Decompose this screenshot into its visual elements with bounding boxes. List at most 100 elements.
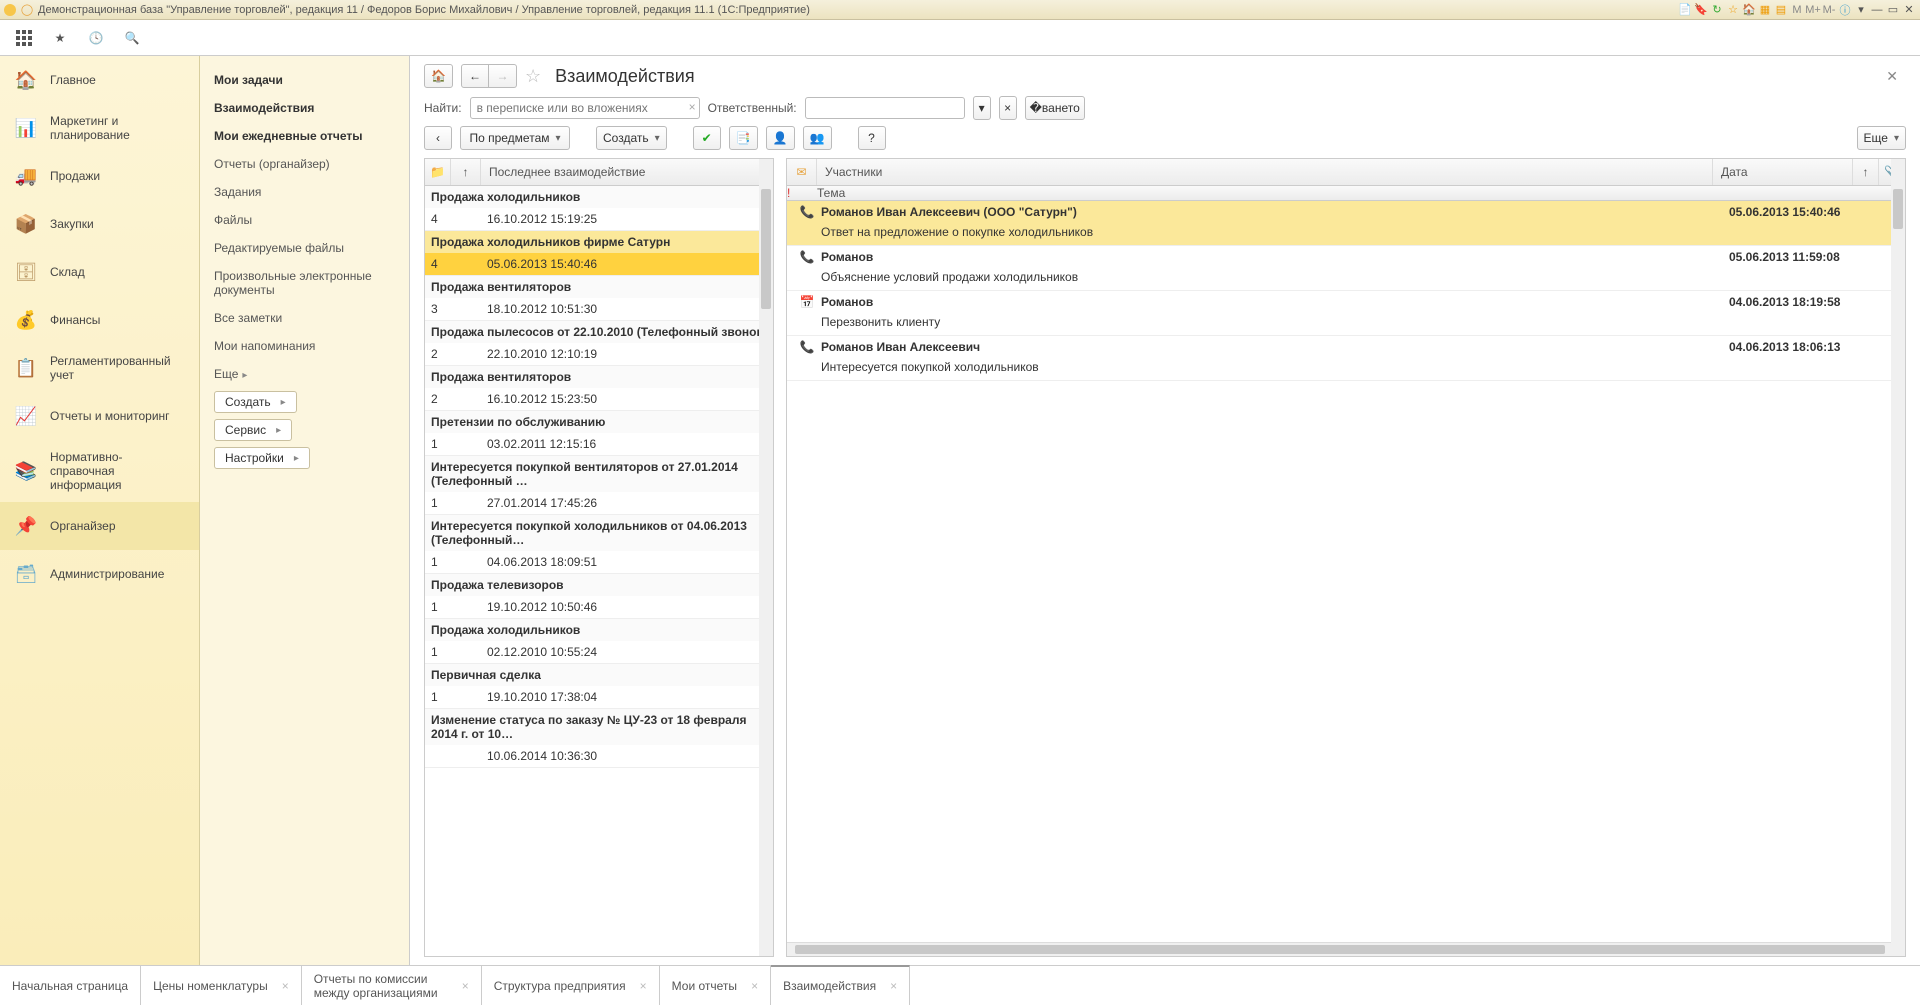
subject-row[interactable]: Интересуется покупкой вентиляторов от 27… (425, 456, 773, 515)
more-button[interactable]: Еще (1857, 126, 1906, 150)
interactions-list[interactable]: 📞Романов Иван Алексеевич (ООО "Сатурн")0… (787, 201, 1905, 942)
subnav-item[interactable]: Редактируемые файлы (214, 234, 395, 262)
close-page-button[interactable]: ✕ (1878, 68, 1906, 85)
window-tab[interactable]: Начальная страница (0, 966, 141, 1005)
m-button[interactable]: M (1790, 3, 1804, 17)
participants-col[interactable]: Участники (817, 159, 1713, 185)
close-button[interactable]: ✕ (1902, 3, 1916, 17)
window-tab[interactable]: Цены номенклатуры× (141, 966, 302, 1005)
subnav-more[interactable]: Еще (214, 360, 395, 388)
info-icon[interactable]: ⓘ (1838, 3, 1852, 17)
titlebar-tool-icon[interactable]: ↻ (1710, 3, 1724, 17)
forward-button[interactable]: → (489, 64, 517, 88)
nav-item[interactable]: 📋Регламентированный учет (0, 344, 199, 392)
subject-row[interactable]: Продажа холодильников фирме Сатурн405.06… (425, 231, 773, 276)
calendar-icon[interactable]: ▤ (1774, 3, 1788, 17)
subject-row[interactable]: Продажа вентиляторов216.10.2012 15:23:50 (425, 366, 773, 411)
interaction-row[interactable]: 📅Романов04.06.2013 18:19:58Перезвонить к… (787, 291, 1905, 336)
tab-close-icon[interactable]: × (751, 979, 758, 993)
sections-menu-button[interactable] (14, 28, 34, 48)
subject-row[interactable]: Продажа холодильников416.10.2012 15:19:2… (425, 186, 773, 231)
tab-close-icon[interactable]: × (890, 979, 897, 993)
minimize-button[interactable]: — (1870, 3, 1884, 17)
nav-item[interactable]: 💰Финансы (0, 296, 199, 344)
dropdown-button[interactable]: ▾ (973, 96, 991, 120)
nav-item[interactable]: 🗄Склад (0, 248, 199, 296)
scrollbar[interactable] (1891, 159, 1905, 956)
assign-icon[interactable]: 👥 (803, 126, 832, 150)
subnav-item[interactable]: Файлы (214, 206, 395, 234)
subject-row[interactable]: Первичная сделка119.10.2010 17:38:04 (425, 664, 773, 709)
subject-row[interactable]: Продажа холодильников102.12.2010 10:55:2… (425, 619, 773, 664)
scrollbar[interactable] (787, 942, 1905, 956)
subnav-item[interactable]: Все заметки (214, 304, 395, 332)
subjects-list[interactable]: Продажа холодильников416.10.2012 15:19:2… (425, 186, 773, 956)
search-button[interactable]: 🔍 (122, 28, 142, 48)
help-button[interactable]: ? (858, 126, 886, 150)
back-button[interactable]: ← (461, 64, 489, 88)
m-minus-button[interactable]: M- (1822, 3, 1836, 17)
clear-icon[interactable]: × (689, 100, 696, 114)
tab-close-icon[interactable]: × (640, 979, 647, 993)
subnav-item[interactable]: Задания (214, 178, 395, 206)
home-button[interactable]: 🏠 (424, 64, 453, 88)
calculator-icon[interactable]: ▦ (1758, 3, 1772, 17)
titlebar-tool-icon[interactable]: 🔖 (1694, 3, 1708, 17)
subnav-button[interactable]: Настройки (214, 447, 310, 469)
favorite-star-icon[interactable]: ☆ (525, 66, 541, 87)
tab-close-icon[interactable]: × (462, 979, 469, 993)
subnav-item[interactable]: Взаимодействия (214, 94, 395, 122)
nav-item[interactable]: 📊Маркетинг и планирование (0, 104, 199, 152)
nav-item[interactable]: 🏠Главное (0, 56, 199, 104)
nav-item[interactable]: 🚚Продажи (0, 152, 199, 200)
nav-item[interactable]: 📌Органайзер (0, 502, 199, 550)
maximize-button[interactable]: ▭ (1886, 3, 1900, 17)
nav-item[interactable]: 📈Отчеты и мониторинг (0, 392, 199, 440)
m-plus-button[interactable]: M+ (1806, 3, 1820, 17)
titlebar-tool-icon[interactable]: 🏠 (1742, 3, 1756, 17)
sort-col[interactable]: ↑ (451, 159, 481, 185)
subject-row[interactable]: Претензии по обслуживанию103.02.2011 12:… (425, 411, 773, 456)
group-by-select[interactable]: По предметам (460, 126, 570, 150)
nav-item[interactable]: 📚Нормативно-справочная информация (0, 440, 199, 502)
nav-item[interactable]: 📦Закупки (0, 200, 199, 248)
subnav-item[interactable]: Отчеты (органайзер) (214, 150, 395, 178)
subject-row[interactable]: Интересуется покупкой холодильников от 0… (425, 515, 773, 574)
subnav-item[interactable]: Мои ежедневные отчеты (214, 122, 395, 150)
subject-row[interactable]: Продажа пылесосов от 22.10.2010 (Телефон… (425, 321, 773, 366)
subnav-button[interactable]: Создать (214, 391, 297, 413)
nav-item[interactable]: 🗃Администрирование (0, 550, 199, 598)
subnav-item[interactable]: Мои напоминания (214, 332, 395, 360)
subject-row[interactable]: Изменение статуса по заказу № ЦУ-23 от 1… (425, 709, 773, 768)
history-button[interactable]: 🕓 (86, 28, 106, 48)
collapse-button[interactable]: ‹ (424, 126, 452, 150)
scrollbar[interactable] (759, 159, 773, 956)
user-icon[interactable]: 👤 (766, 126, 795, 150)
subject-row[interactable]: Продажа телевизоров119.10.2012 10:50:46 (425, 574, 773, 619)
interaction-row[interactable]: 📞Романов Иван Алексеевич (ООО "Сатурн")0… (787, 201, 1905, 246)
create-button[interactable]: Создать (596, 126, 667, 150)
subject-row[interactable]: Продажа вентиляторов318.10.2012 10:51:30 (425, 276, 773, 321)
date-col[interactable]: Дата (1713, 159, 1853, 185)
open-button[interactable]: �ването (1025, 96, 1085, 120)
subject-col[interactable]: Тема (817, 186, 1905, 200)
window-tab[interactable]: Мои отчеты× (660, 966, 771, 1005)
subnav-button[interactable]: Сервис (214, 419, 292, 441)
dropdown-icon[interactable]: ◯ (20, 3, 34, 17)
subnav-item[interactable]: Произвольные электронные документы (214, 262, 395, 304)
window-tab[interactable]: Взаимодействия× (771, 965, 910, 1005)
tab-close-icon[interactable]: × (282, 979, 289, 993)
folder-icon[interactable]: 📑 (729, 126, 758, 150)
subnav-item[interactable]: Мои задачи (214, 66, 395, 94)
window-tab[interactable]: Отчеты по комиссии между организациями× (302, 966, 482, 1005)
window-tab[interactable]: Структура предприятия× (482, 966, 660, 1005)
favorites-button[interactable]: ★ (50, 28, 70, 48)
sort-col[interactable]: ↑ (1853, 159, 1879, 185)
clear-button[interactable]: × (999, 96, 1017, 120)
interaction-row[interactable]: 📞Романов05.06.2013 11:59:08Объяснение ус… (787, 246, 1905, 291)
responsible-input[interactable] (805, 97, 965, 119)
interaction-row[interactable]: 📞Романов Иван Алексеевич04.06.2013 18:06… (787, 336, 1905, 381)
titlebar-tool-icon[interactable]: 📄 (1678, 3, 1692, 17)
flag-col[interactable]: ! (787, 186, 817, 200)
search-input[interactable] (470, 97, 700, 119)
